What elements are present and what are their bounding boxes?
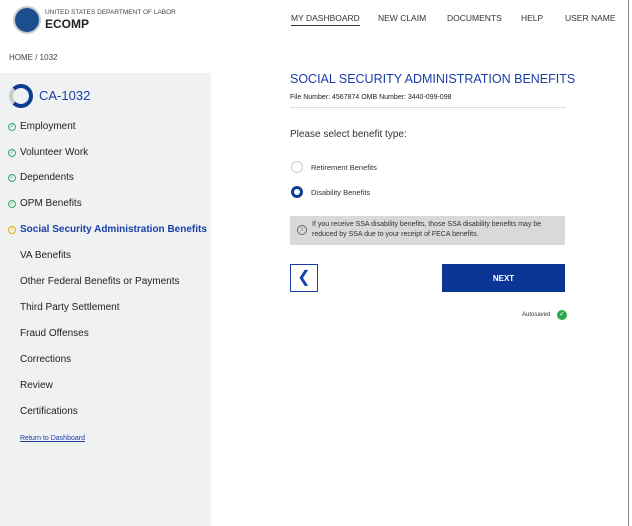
sidebar-item-corrections[interactable]: Corrections: [20, 354, 71, 365]
next-button[interactable]: NEXT: [442, 264, 565, 292]
sidebar-item-review[interactable]: Review: [20, 380, 53, 391]
app-name: ECOMP: [45, 17, 90, 31]
radio-label-retirement[interactable]: Retirement Benefits: [311, 163, 377, 172]
sidebar: CA-1032 ✓ Employment ✓ Volunteer Work ✓ …: [0, 73, 211, 526]
sidebar-item-dependents[interactable]: Dependents: [20, 172, 74, 183]
question-label: Please select benefit type:: [290, 129, 407, 140]
chevron-left-icon: ❮: [297, 269, 311, 286]
radio-disability[interactable]: [291, 186, 303, 198]
radio-label-disability[interactable]: Disability Benefits: [311, 188, 370, 197]
breadcrumb: HOME / 1032: [9, 53, 58, 62]
sidebar-item-third-party[interactable]: Third Party Settlement: [20, 302, 119, 313]
autosaved-label: Autosaved: [522, 312, 551, 318]
back-button[interactable]: ❮: [290, 264, 318, 292]
agency-name: UNITED STATES DEPARTMENT OF LABOR: [45, 9, 176, 16]
check-circle-icon: ✓: [8, 174, 16, 182]
dol-seal-logo: [13, 6, 41, 34]
sidebar-item-employment[interactable]: Employment: [20, 121, 76, 132]
check-circle-icon: ✓: [8, 149, 16, 157]
radio-retirement[interactable]: [291, 161, 303, 173]
sidebar-item-certifications[interactable]: Certifications: [20, 406, 78, 417]
form-id: CA-1032: [39, 88, 91, 103]
nav-help[interactable]: HELP: [521, 13, 543, 23]
window-border: [628, 0, 629, 526]
sidebar-item-ssa-benefits[interactable]: Social Security Administration Benefits: [20, 224, 207, 235]
check-circle-icon: ✓: [557, 310, 567, 320]
check-circle-icon: ✓: [8, 200, 16, 208]
sidebar-item-va-benefits[interactable]: VA Benefits: [20, 250, 71, 261]
nav-new-claim[interactable]: NEW CLAIM: [378, 13, 426, 23]
sidebar-item-opm-benefits[interactable]: OPM Benefits: [20, 198, 82, 209]
divider: [290, 107, 566, 108]
return-to-dashboard-link[interactable]: Return to Dashboard: [20, 435, 85, 442]
nav-user-name[interactable]: USER NAME: [565, 13, 616, 23]
nav-documents[interactable]: DOCUMENTS: [447, 13, 502, 23]
sidebar-item-fraud-offenses[interactable]: Fraud Offenses: [20, 328, 89, 339]
page-title: SOCIAL SECURITY ADMINISTRATION BENEFITS: [290, 72, 576, 86]
nav-my-dashboard[interactable]: MY DASHBOARD: [291, 13, 360, 26]
progress-ring-icon: [9, 84, 33, 108]
sidebar-item-volunteer-work[interactable]: Volunteer Work: [20, 147, 88, 158]
file-meta: File Number: 4567874 OMB Number: 3440-09…: [290, 94, 452, 101]
info-text: If you receive SSA disability benefits, …: [312, 221, 542, 238]
sidebar-item-other-federal[interactable]: Other Federal Benefits or Payments: [20, 276, 180, 287]
check-circle-icon: ✓: [8, 123, 16, 131]
info-icon: i: [297, 225, 307, 235]
in-progress-icon: !: [8, 226, 16, 234]
info-banner: i If you receive SSA disability benefits,…: [290, 216, 565, 245]
